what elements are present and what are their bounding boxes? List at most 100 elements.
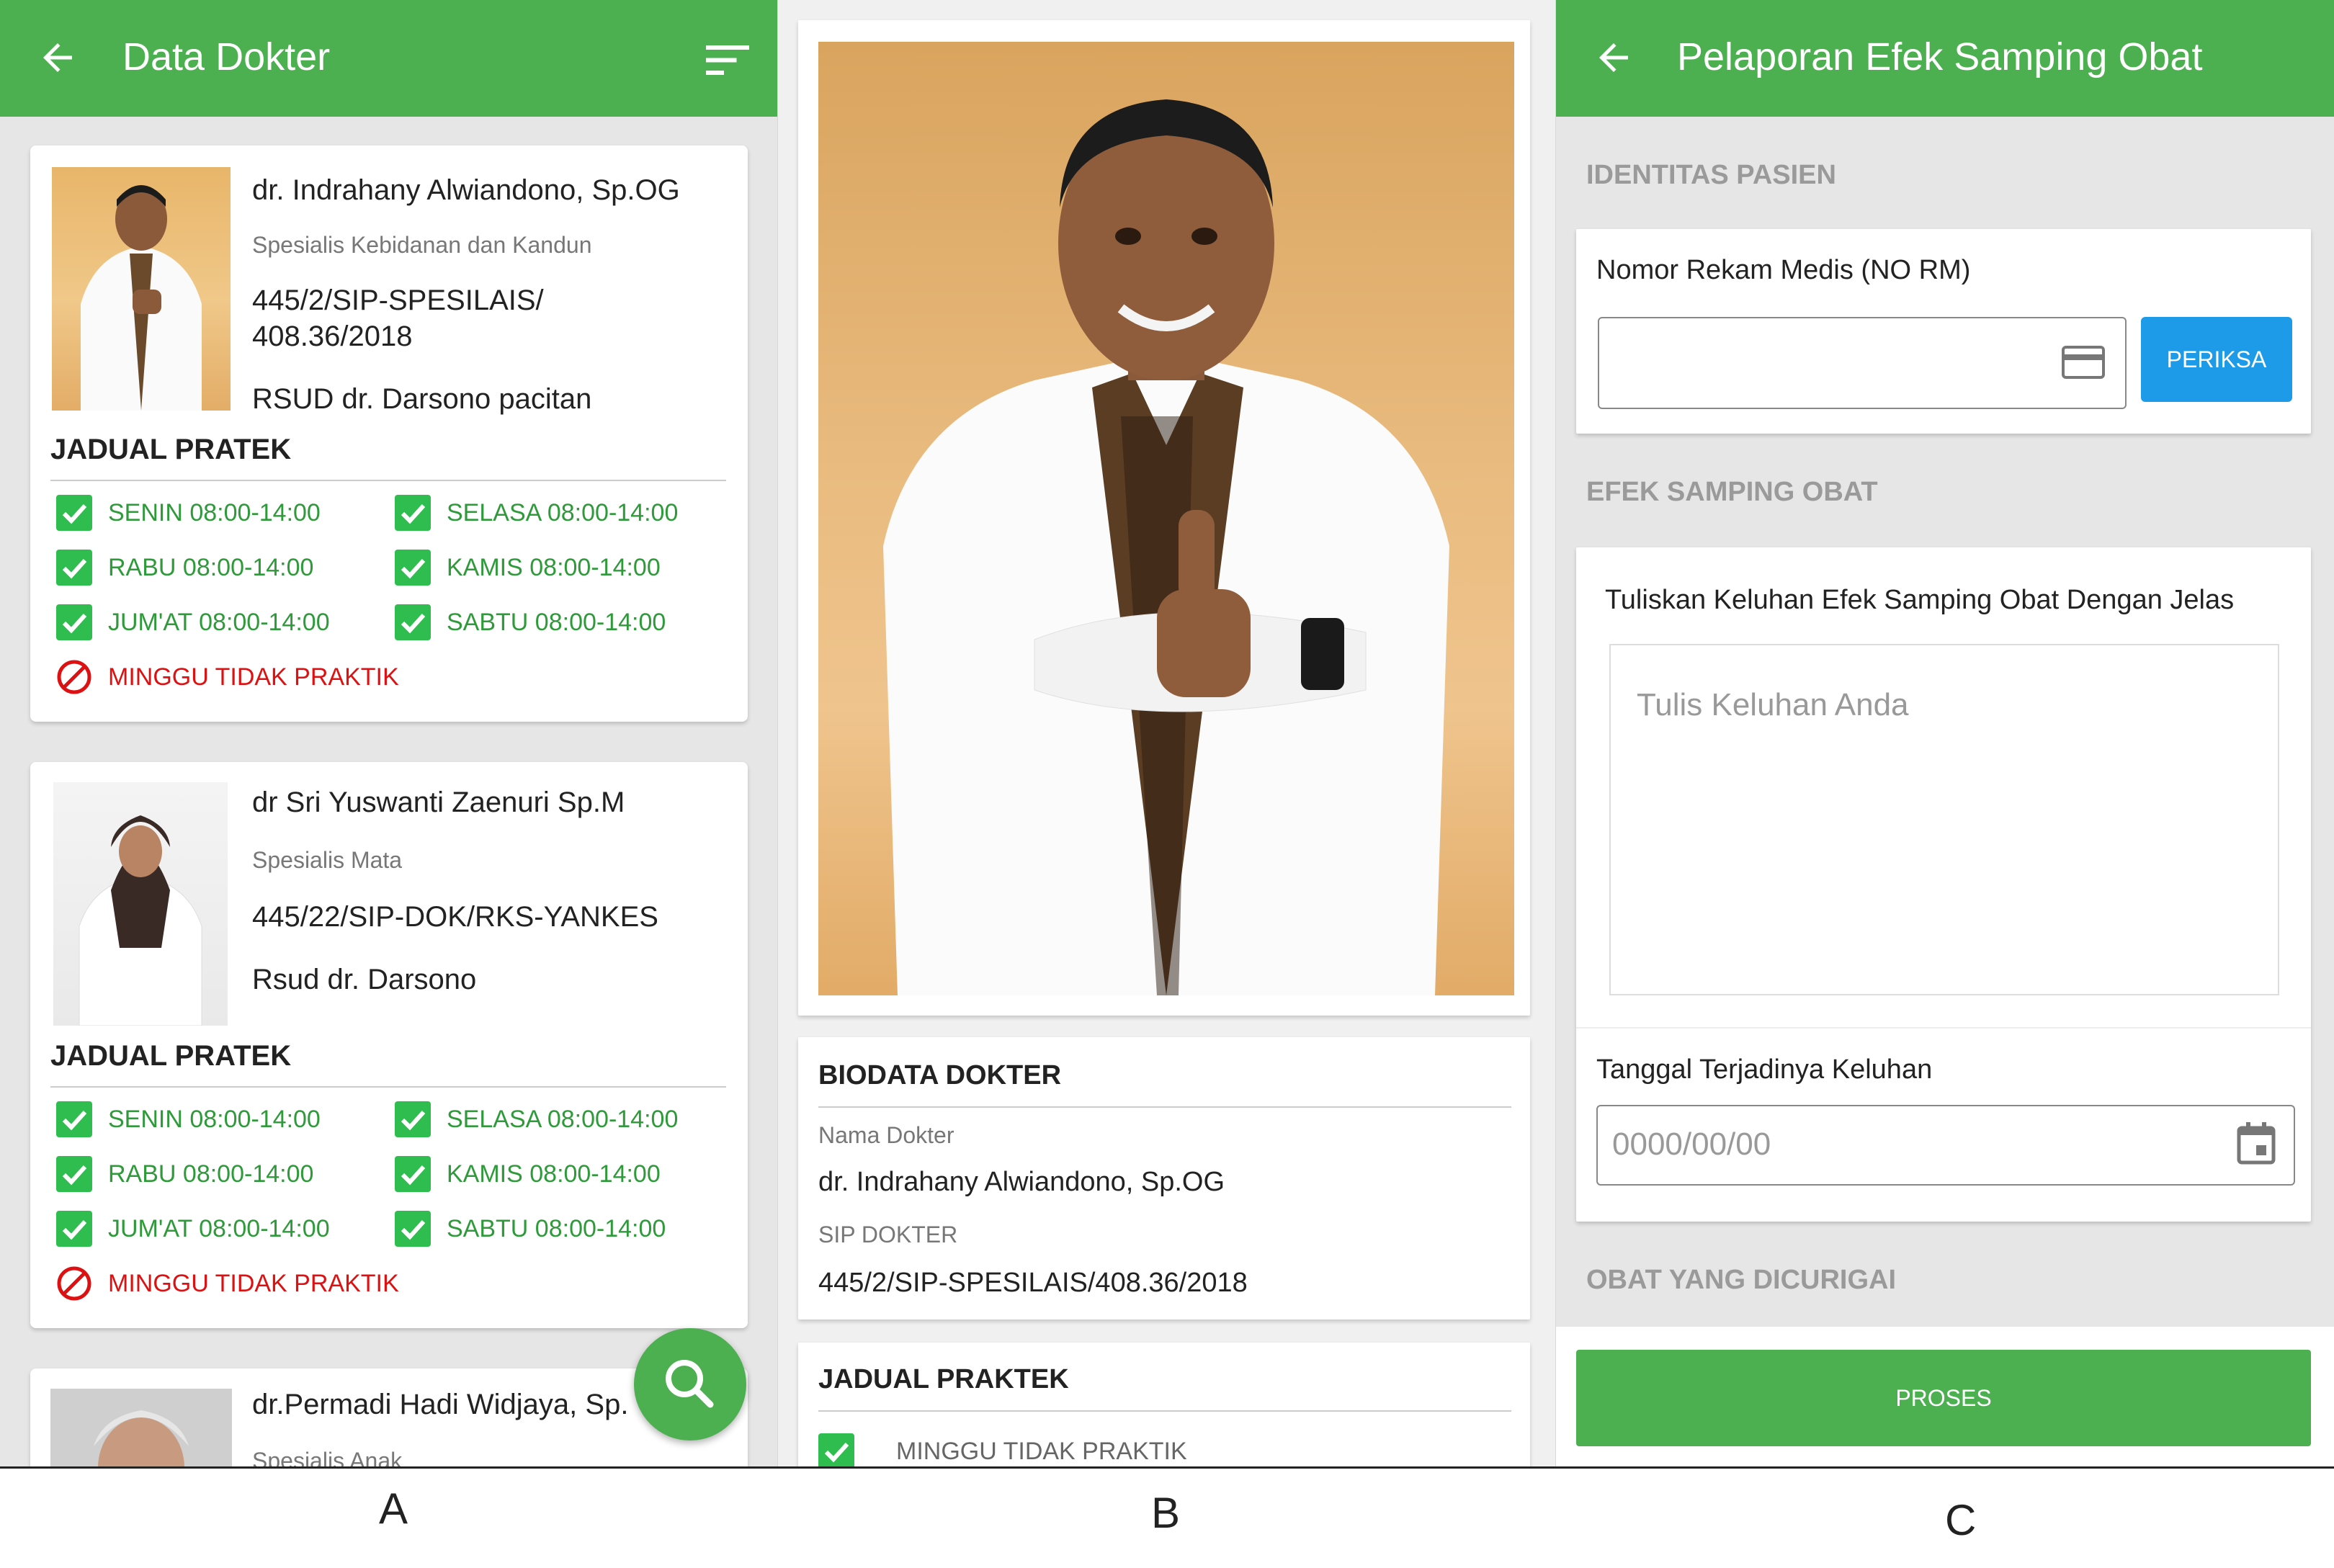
app-bar: Pelaporan Efek Samping Obat bbox=[1556, 0, 2334, 117]
search-icon bbox=[666, 1360, 714, 1408]
schedule-card: JADUAL PRAKTEK MINGGU TIDAK PRAKTIK bbox=[798, 1343, 1530, 1466]
schedule-label: KAMIS 08:00-14:00 bbox=[447, 553, 661, 581]
bottom-border bbox=[0, 1466, 2334, 1469]
doctor-card[interactable]: dr. Indrahany Alwiandono, Sp.OG Spesiali… bbox=[30, 145, 748, 722]
tanggal-label: Tanggal Terjadinya Keluhan bbox=[1596, 1054, 1933, 1085]
rm-label: Nomor Rekam Medis (NO RM) bbox=[1596, 255, 1971, 285]
page-title: Pelaporan Efek Samping Obat bbox=[1677, 35, 2203, 79]
schedule-label: SELASA 08:00-14:00 bbox=[447, 1105, 679, 1133]
identity-card: Nomor Rekam Medis (NO RM) PERIKSA bbox=[1576, 229, 2311, 434]
tanggal-placeholder: 0000/00/00 bbox=[1612, 1126, 1771, 1162]
doctor-sip: 445/22/SIP-DOK/RKS-YANKES bbox=[252, 901, 658, 933]
divider bbox=[818, 1106, 1511, 1108]
not-allowed-icon bbox=[57, 660, 91, 694]
not-allowed-icon bbox=[57, 1266, 91, 1301]
doctor-hospital: Rsud dr. Darsono bbox=[252, 964, 477, 995]
schedule-item: KAMIS 08:00-14:00 bbox=[395, 1156, 661, 1192]
checkbox-checked-icon bbox=[56, 1101, 92, 1137]
panel-label-b: B bbox=[1151, 1489, 1181, 1537]
schedule-item: SELASA 08:00-14:00 bbox=[395, 495, 678, 531]
schedule-label: SENIN 08:00-14:00 bbox=[108, 1105, 321, 1133]
checkbox-checked-icon bbox=[395, 1101, 431, 1137]
back-arrow-icon[interactable] bbox=[1592, 36, 1635, 79]
biodata-title: BIODATA DOKTER bbox=[818, 1060, 1062, 1090]
divider bbox=[1576, 1027, 2311, 1029]
doctor-photo bbox=[50, 1389, 232, 1466]
doctor-large-photo bbox=[818, 42, 1514, 995]
schedule-item: RABU 08:00-14:00 bbox=[56, 550, 313, 586]
schedule-label: MINGGU TIDAK PRAKTIK bbox=[108, 1269, 399, 1297]
adverse-drug-report-screen: Pelaporan Efek Samping Obat IDENTITAS PA… bbox=[1556, 0, 2334, 1466]
rm-input[interactable] bbox=[1598, 317, 2127, 409]
schedule-label: JUM'AT 08:00-14:00 bbox=[108, 1214, 330, 1242]
divider bbox=[50, 480, 726, 481]
doctor-photo bbox=[53, 782, 228, 1026]
schedule-item: JUM'AT 08:00-14:00 bbox=[56, 604, 330, 640]
schedule-label: MINGGU TIDAK PRAKTIK bbox=[896, 1437, 1187, 1465]
schedule-title: JADUAL PRATEK bbox=[50, 1040, 292, 1072]
search-fab[interactable] bbox=[634, 1328, 746, 1441]
schedule-label: SABTU 08:00-14:00 bbox=[447, 1214, 666, 1242]
photo-card bbox=[798, 20, 1530, 1016]
schedule-label: RABU 08:00-14:00 bbox=[108, 553, 314, 581]
page-title: Data Dokter bbox=[122, 35, 331, 79]
calendar-icon[interactable] bbox=[2236, 1122, 2276, 1165]
schedule-label: SELASA 08:00-14:00 bbox=[447, 498, 679, 527]
doctor-specialty: Spesialis Kebidanan dan Kandun bbox=[252, 232, 592, 258]
panel-label-a: A bbox=[379, 1484, 408, 1533]
schedule-label: SABTU 08:00-14:00 bbox=[447, 608, 666, 636]
schedule-label: KAMIS 08:00-14:00 bbox=[447, 1160, 661, 1188]
section-title-efek: EFEK SAMPING OBAT bbox=[1586, 477, 1878, 507]
doctor-list-screen: Data Dokter dr. Indrahany Alwiandono, Sp… bbox=[0, 0, 778, 1466]
doctor-detail-screen: BIODATA DOKTER Nama Dokter dr. Indrahany… bbox=[778, 0, 1556, 1466]
doctor-name: dr.Permadi Hadi Widjaya, Sp. bbox=[252, 1389, 629, 1420]
schedule-item: SELASA 08:00-14:00 bbox=[395, 1101, 678, 1137]
doctor-name-value: dr. Indrahany Alwiandono, Sp.OG bbox=[818, 1167, 1225, 1197]
schedule-item: KAMIS 08:00-14:00 bbox=[395, 550, 661, 586]
divider bbox=[50, 1086, 726, 1088]
doctor-sip: 445/2/SIP-SPESILAIS/ 408.36/2018 bbox=[252, 285, 544, 352]
schedule-item: SENIN 08:00-14:00 bbox=[56, 495, 321, 531]
checkbox-checked-icon bbox=[395, 604, 431, 640]
checkbox-checked-icon bbox=[56, 550, 92, 586]
sort-filter-icon[interactable] bbox=[706, 42, 749, 78]
doctor-name: dr Sri Yuswanti Zaenuri Sp.M bbox=[252, 787, 625, 818]
doctor-name-label: Nama Dokter bbox=[818, 1122, 954, 1148]
biodata-card: BIODATA DOKTER Nama Dokter dr. Indrahany… bbox=[798, 1037, 1530, 1320]
card-icon bbox=[2062, 346, 2105, 379]
divider bbox=[818, 1410, 1511, 1412]
doctor-specialty: Spesialis Mata bbox=[252, 847, 403, 873]
schedule-item-closed: MINGGU TIDAK PRAKTIK bbox=[56, 659, 399, 695]
checkbox-checked-icon bbox=[56, 1156, 92, 1192]
schedule-title: JADUAL PRATEK bbox=[50, 434, 292, 465]
schedule-title: JADUAL PRAKTEK bbox=[818, 1364, 1069, 1394]
bottom-bar: PROSES bbox=[1556, 1327, 2334, 1466]
app-bar: Data Dokter bbox=[0, 0, 778, 117]
schedule-label: JUM'AT 08:00-14:00 bbox=[108, 608, 330, 636]
schedule-item-closed: MINGGU TIDAK PRAKTIK bbox=[56, 1265, 399, 1302]
doctor-specialty: Spesialis Anak bbox=[252, 1448, 403, 1466]
checkbox-checked-icon bbox=[395, 1211, 431, 1247]
panel-label-c: C bbox=[1945, 1496, 1977, 1544]
schedule-label: SENIN 08:00-14:00 bbox=[108, 498, 321, 527]
side-effect-card: Tuliskan Keluhan Efek Samping Obat Denga… bbox=[1576, 547, 2311, 1222]
doctor-name: dr. Indrahany Alwiandono, Sp.OG bbox=[252, 174, 680, 206]
schedule-item: SABTU 08:00-14:00 bbox=[395, 1211, 666, 1247]
schedule-item: SABTU 08:00-14:00 bbox=[395, 604, 666, 640]
keluhan-label: Tuliskan Keluhan Efek Samping Obat Denga… bbox=[1605, 585, 2235, 615]
back-arrow-icon[interactable] bbox=[36, 36, 79, 79]
proses-button[interactable]: PROSES bbox=[1576, 1350, 2311, 1446]
checkbox-checked-icon bbox=[395, 495, 431, 531]
keluhan-textarea[interactable]: Tulis Keluhan Anda bbox=[1609, 644, 2279, 995]
periksa-button[interactable]: PERIKSA bbox=[2141, 317, 2292, 402]
checkbox-checked-icon bbox=[56, 495, 92, 531]
tanggal-input[interactable]: 0000/00/00 bbox=[1596, 1105, 2295, 1186]
checkbox-checked-icon bbox=[56, 1211, 92, 1247]
doctor-card[interactable]: dr Sri Yuswanti Zaenuri Sp.M Spesialis M… bbox=[30, 762, 748, 1328]
schedule-item: SENIN 08:00-14:00 bbox=[56, 1101, 321, 1137]
schedule-item: RABU 08:00-14:00 bbox=[56, 1156, 313, 1192]
schedule-item: MINGGU TIDAK PRAKTIK bbox=[818, 1433, 1187, 1466]
doctor-hospital: RSUD dr. Darsono pacitan bbox=[252, 383, 592, 415]
doctor-photo bbox=[52, 167, 231, 411]
schedule-label: RABU 08:00-14:00 bbox=[108, 1160, 314, 1188]
